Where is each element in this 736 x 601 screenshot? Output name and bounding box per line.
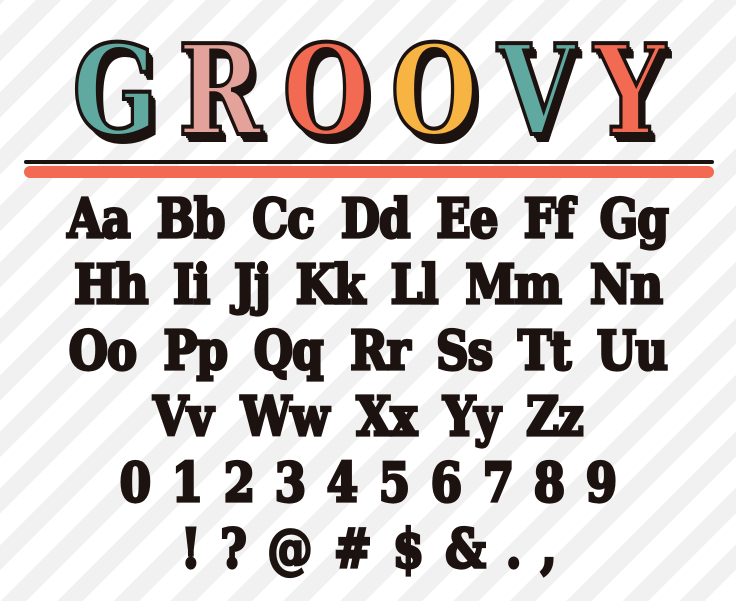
glyph-digit: 2: [222, 451, 256, 514]
glyph-symbol: #: [333, 517, 373, 580]
glyph-pair: Tt: [516, 319, 572, 382]
row-a-g: Aa Bb Cc Dd Ee Ff Gg: [20, 186, 716, 252]
glyph-digit: 4: [326, 451, 360, 514]
glyph-pair: Ww: [240, 385, 331, 448]
row-numbers: 0 1 2 3 4 5 6 7 8 9: [20, 450, 716, 516]
glyph-digit: 0: [118, 451, 152, 514]
glyph-pair: Hh: [73, 253, 150, 316]
glyph-pair: Cc: [251, 187, 316, 250]
glyph-pair: Qq: [253, 319, 325, 382]
glyph-pair: Mm: [464, 253, 563, 316]
glyph-pair: Aa: [66, 187, 132, 250]
row-h-n: Hh Ii Jj Kk Ll Mm Nn: [20, 252, 716, 318]
glyph-pair: Ll: [389, 253, 440, 316]
glyph-pair: Xx: [355, 385, 419, 448]
glyph-pair: Zz: [525, 385, 585, 448]
glyph-pair: Ff: [523, 187, 576, 250]
glyph-digit: 7: [481, 451, 515, 514]
glyph-digit: 6: [429, 451, 463, 514]
title-letter: G: [71, 16, 160, 164]
glyph-digit: 9: [585, 451, 619, 514]
row-symbols: ! ? @ # $ & . ,: [20, 516, 716, 582]
glyph-pair: Ee: [435, 187, 500, 250]
glyph-pair: Pp: [162, 319, 229, 382]
alphabet-specimen: Aa Bb Cc Dd Ee Ff Gg Hh Ii Jj Kk Ll Mm N…: [20, 186, 716, 582]
glyph-pair: Kk: [294, 253, 366, 316]
title-letter: V: [496, 16, 577, 164]
glyph-symbol: @: [266, 517, 314, 580]
glyph-pair: Rr: [349, 319, 412, 382]
title-letter: O: [389, 16, 479, 164]
title-groovy: G R O O V Y: [0, 20, 736, 160]
glyph-digit: 3: [274, 451, 308, 514]
glyph-symbol: ,: [539, 517, 557, 580]
glyph-symbol: .: [505, 517, 523, 580]
glyph-symbol: &: [444, 517, 487, 580]
row-o-u: Oo Pp Qq Rr Ss Tt Uu: [20, 318, 716, 384]
glyph-pair: Nn: [589, 253, 665, 316]
row-v-z: Vv Ww Xx Yy Zz: [20, 384, 716, 450]
glyph-pair: Oo: [67, 319, 138, 382]
glyph-digit: 8: [533, 451, 567, 514]
glyph-pair: Gg: [599, 187, 671, 250]
title-letter: Y: [592, 16, 667, 164]
glyph-symbol: ?: [219, 517, 248, 580]
glyph-pair: Bb: [156, 187, 227, 250]
glyph-digit: 1: [170, 451, 204, 514]
glyph-pair: Yy: [442, 385, 502, 448]
glyph-pair: Ss: [434, 319, 494, 382]
glyph-digit: 5: [377, 451, 411, 514]
divider-line: [24, 160, 714, 164]
title-letter: R: [177, 16, 263, 164]
glyph-pair: Ii: [172, 253, 212, 316]
divider-accent-bar: [24, 166, 714, 178]
glyph-pair: Uu: [596, 319, 670, 382]
glyph-pair: Dd: [339, 187, 411, 250]
title-letter: O: [281, 16, 371, 164]
glyph-symbol: $: [392, 517, 426, 580]
glyph-pair: Vv: [152, 385, 215, 448]
glyph-symbol: !: [180, 517, 202, 580]
glyph-pair: Jj: [232, 253, 271, 316]
